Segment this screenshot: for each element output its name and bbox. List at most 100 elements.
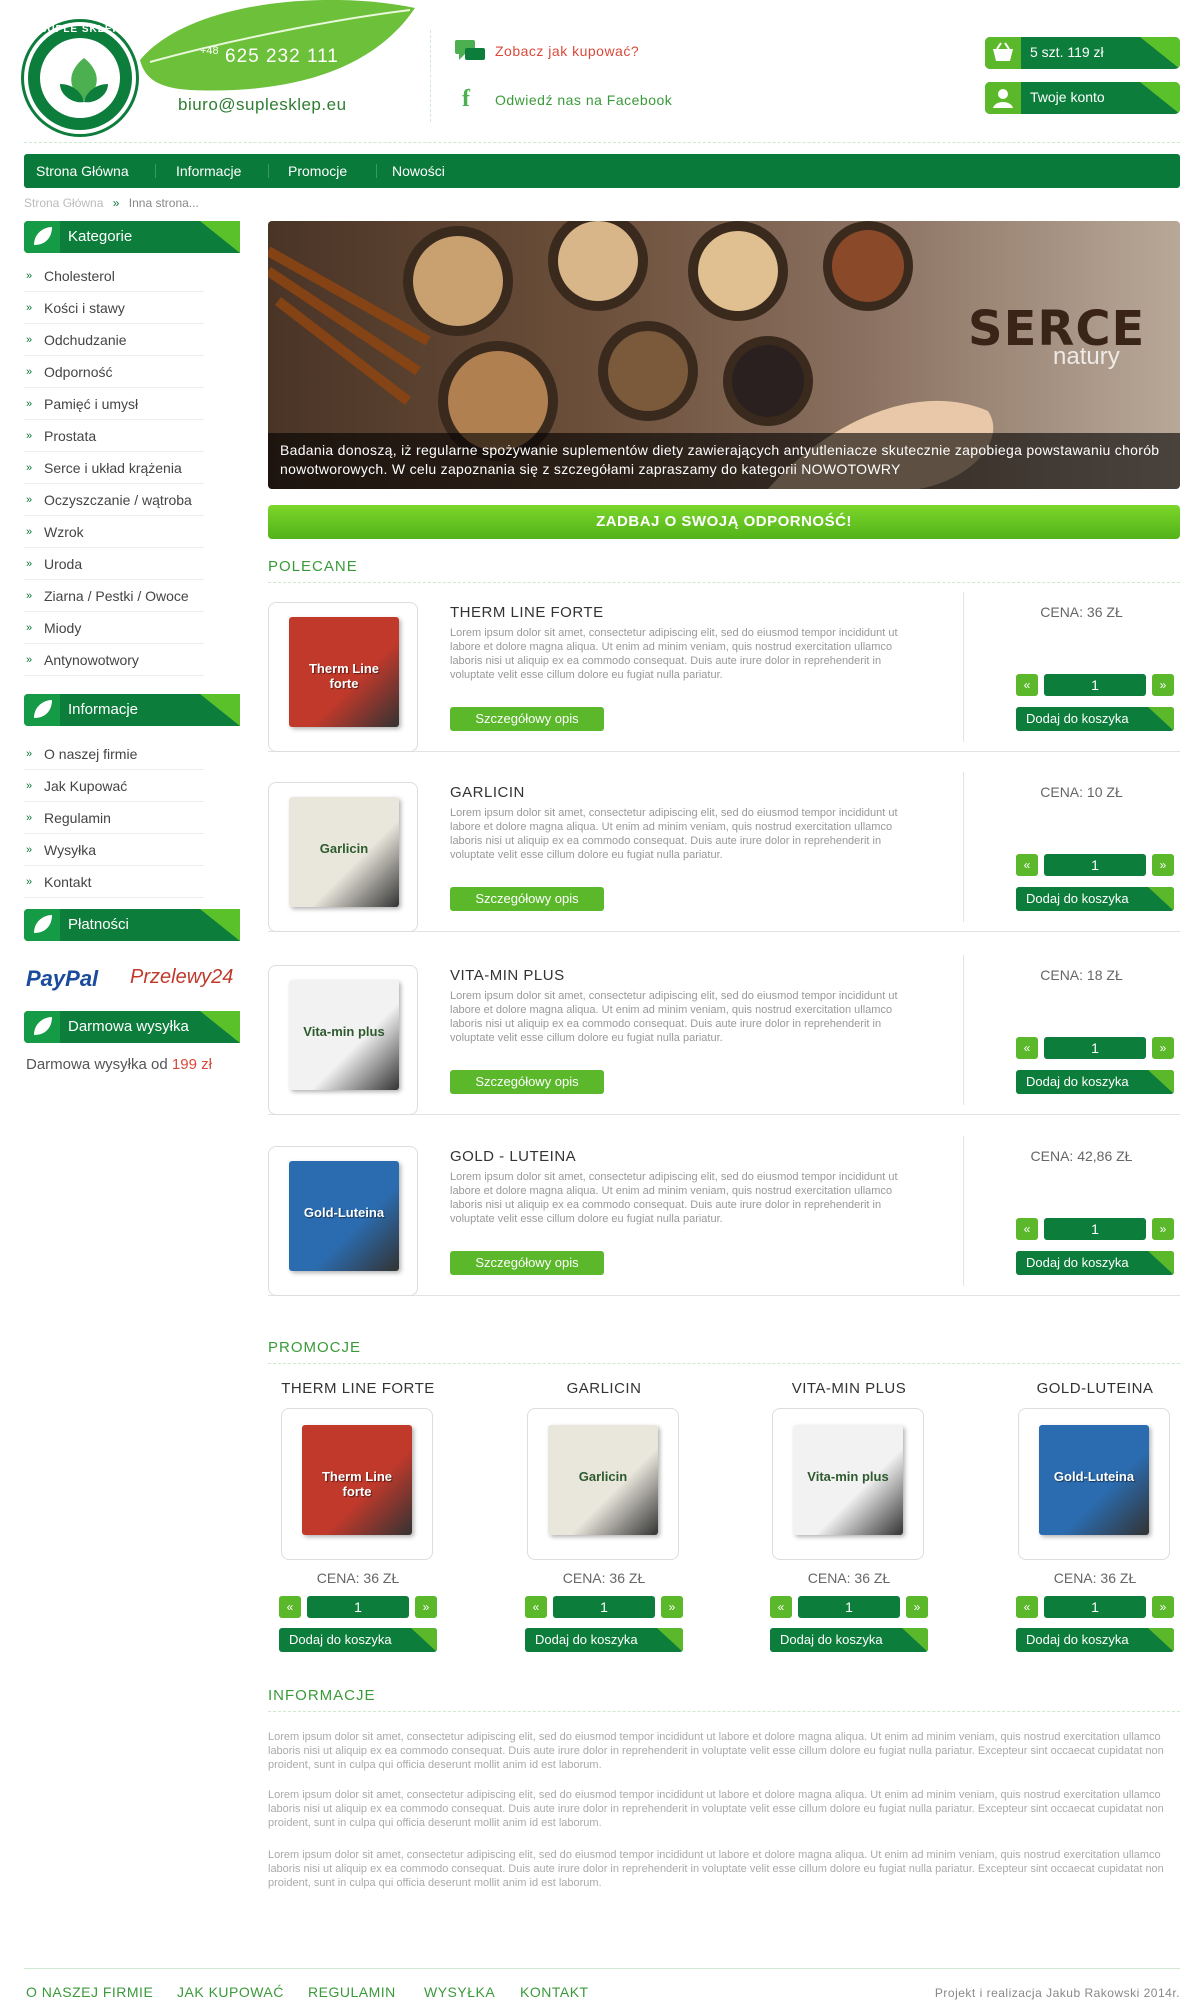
- promo-price: CENA: 36 ZŁ: [1053, 1570, 1137, 1586]
- qty-input[interactable]: 1: [553, 1596, 655, 1618]
- promo-title[interactable]: THERM LINE FORTE: [258, 1380, 458, 1397]
- footer-link-terms[interactable]: REGULAMIN: [308, 1984, 396, 2000]
- product-title[interactable]: GARLICIN: [450, 784, 525, 801]
- qty-decrease-button[interactable]: «: [770, 1596, 792, 1618]
- details-button[interactable]: Szczegółowy opis: [450, 1070, 604, 1094]
- qty-increase-button[interactable]: »: [1152, 674, 1174, 696]
- qty-input[interactable]: 1: [1044, 854, 1146, 876]
- details-button[interactable]: Szczegółowy opis: [450, 707, 604, 731]
- account-button[interactable]: Twoje konto: [985, 82, 1180, 114]
- qty-decrease-button[interactable]: «: [1016, 1037, 1038, 1059]
- email-link[interactable]: biuro@suplesklep.eu: [178, 95, 347, 115]
- footer-link-about[interactable]: O NASZEJ FIRMIE: [26, 1984, 153, 2000]
- add-to-cart-button[interactable]: Dodaj do koszyka: [1016, 1628, 1174, 1652]
- sidebar-category-item[interactable]: Kości i stawy: [24, 292, 204, 324]
- add-to-cart-button[interactable]: Dodaj do koszyka: [525, 1628, 683, 1652]
- qty-input[interactable]: 1: [1044, 1596, 1146, 1618]
- sidebar-category-item[interactable]: Serce i układ krążenia: [24, 452, 204, 484]
- add-to-cart-button[interactable]: Dodaj do koszyka: [1016, 1070, 1174, 1094]
- product-title[interactable]: VITA-MIN PLUS: [450, 967, 565, 984]
- qty-increase-button[interactable]: »: [1152, 854, 1174, 876]
- sidebar-info-item[interactable]: Wysyłka: [24, 834, 204, 866]
- cart-button[interactable]: 5 szt. 119 zł: [985, 37, 1180, 69]
- details-button[interactable]: Szczegółowy opis: [450, 887, 604, 911]
- qty-input[interactable]: 1: [798, 1596, 900, 1618]
- product-box-image: Therm Line forte: [302, 1415, 412, 1535]
- promo-image[interactable]: Therm Line forte: [281, 1408, 433, 1560]
- user-icon: [985, 82, 1021, 114]
- sidebar-category-item[interactable]: Cholesterol: [24, 260, 204, 292]
- promo-title[interactable]: GOLD-LUTEINA: [995, 1380, 1195, 1397]
- nav-item-news[interactable]: Nowości: [392, 163, 445, 179]
- product-title[interactable]: GOLD - LUTEINA: [450, 1148, 576, 1165]
- qty-decrease-button[interactable]: «: [1016, 1218, 1038, 1240]
- promo-title[interactable]: VITA-MIN PLUS: [749, 1380, 949, 1397]
- qty-increase-button[interactable]: »: [1152, 1596, 1174, 1618]
- add-to-cart-button[interactable]: Dodaj do koszyka: [1016, 887, 1174, 911]
- qty-increase-button[interactable]: »: [906, 1596, 928, 1618]
- qty-increase-button[interactable]: »: [1152, 1037, 1174, 1059]
- add-to-cart-button[interactable]: Dodaj do koszyka: [1016, 1251, 1174, 1275]
- details-button[interactable]: Szczegółowy opis: [450, 1251, 604, 1275]
- qty-decrease-button[interactable]: «: [1016, 1596, 1038, 1618]
- qty-input[interactable]: 1: [1044, 1037, 1146, 1059]
- qty-increase-button[interactable]: »: [661, 1596, 683, 1618]
- qty-decrease-button[interactable]: «: [279, 1596, 301, 1618]
- qty-input[interactable]: 1: [1044, 674, 1146, 696]
- footer-link-shipping[interactable]: WYSYŁKA: [424, 1984, 495, 2000]
- product-package: Garlicin: [289, 797, 399, 907]
- qty-decrease-button[interactable]: «: [1016, 674, 1038, 696]
- sidebar-info-item[interactable]: Jak Kupować: [24, 770, 204, 802]
- how-to-buy-link[interactable]: Zobacz jak kupować?: [495, 43, 639, 59]
- promo-image[interactable]: Gold-Luteina: [1018, 1408, 1170, 1560]
- sidebar-category-item[interactable]: Antynowotwory: [24, 644, 204, 676]
- product-title[interactable]: THERM LINE FORTE: [450, 604, 604, 621]
- sidebar-info-item[interactable]: Kontakt: [24, 866, 204, 898]
- nav-item-info[interactable]: Informacje: [176, 163, 241, 179]
- qty-increase-button[interactable]: »: [415, 1596, 437, 1618]
- add-to-cart-button[interactable]: Dodaj do koszyka: [279, 1628, 437, 1652]
- add-to-cart-label: Dodaj do koszyka: [1026, 1074, 1129, 1089]
- sidebar-category-item[interactable]: Uroda: [24, 548, 204, 580]
- product-image[interactable]: Gold-Luteina: [268, 1146, 418, 1296]
- hero-banner[interactable]: SERCE natury Badania donoszą, iż regular…: [268, 221, 1180, 489]
- sidebar-category-item[interactable]: Odchudzanie: [24, 324, 204, 356]
- sidebar-info-item[interactable]: O naszej firmie: [24, 738, 204, 770]
- facebook-icon: f: [462, 86, 470, 112]
- facebook-link[interactable]: Odwiedź nas na Facebook: [495, 92, 672, 108]
- cta-button[interactable]: ZADBAJ O SWOJĄ ODPORNOŚĆ!: [268, 505, 1180, 539]
- qty-decrease-button[interactable]: «: [525, 1596, 547, 1618]
- qty-increase-button[interactable]: »: [1152, 1218, 1174, 1240]
- promo-image[interactable]: Vita-min plus: [772, 1408, 924, 1560]
- product-image[interactable]: Vita-min plus: [268, 965, 418, 1115]
- nav-item-promotions[interactable]: Promocje: [288, 163, 347, 179]
- basket-icon: [985, 37, 1021, 69]
- sidebar-category-item[interactable]: Oczyszczanie / wątroba: [24, 484, 204, 516]
- logo[interactable]: SUPLE SKLEP: [24, 22, 136, 134]
- qty-input[interactable]: 1: [1044, 1218, 1146, 1240]
- product-image[interactable]: Therm Line forte: [268, 602, 418, 752]
- product-package-label: Therm Line forte: [308, 661, 380, 691]
- sidebar-category-item[interactable]: Wzrok: [24, 516, 204, 548]
- add-to-cart-button[interactable]: Dodaj do koszyka: [1016, 707, 1174, 731]
- nav-item-home[interactable]: Strona Główna: [36, 163, 129, 179]
- sidebar-category-item[interactable]: Miody: [24, 612, 204, 644]
- sidebar-category-item[interactable]: Ziarna / Pestki / Owoce: [24, 580, 204, 612]
- breadcrumb-home[interactable]: Strona Główna: [24, 196, 103, 210]
- product-image[interactable]: Garlicin: [268, 782, 418, 932]
- product-package: Gold-Luteina: [1039, 1425, 1149, 1535]
- add-to-cart-button[interactable]: Dodaj do koszyka: [770, 1628, 928, 1652]
- footer-link-contact[interactable]: KONTAKT: [520, 1984, 589, 2000]
- sidebar-category-item[interactable]: Pamięć i umysł: [24, 388, 204, 420]
- footer-link-how-to-buy[interactable]: JAK KUPOWAĆ: [177, 1984, 284, 2000]
- sidebar-category-item[interactable]: Prostata: [24, 420, 204, 452]
- sidebar-info-item[interactable]: Regulamin: [24, 802, 204, 834]
- product-price: CENA: 18 ZŁ: [1040, 967, 1123, 983]
- sidebar-category-item[interactable]: Odporność: [24, 356, 204, 388]
- product-package: Gold-Luteina: [289, 1161, 399, 1271]
- qty-input[interactable]: 1: [307, 1596, 409, 1618]
- promo-image[interactable]: Garlicin: [527, 1408, 679, 1560]
- promo-title[interactable]: GARLICIN: [504, 1380, 704, 1397]
- information-paragraph-2: Lorem ipsum dolor sit amet, consectetur …: [268, 1789, 1164, 1829]
- qty-decrease-button[interactable]: «: [1016, 854, 1038, 876]
